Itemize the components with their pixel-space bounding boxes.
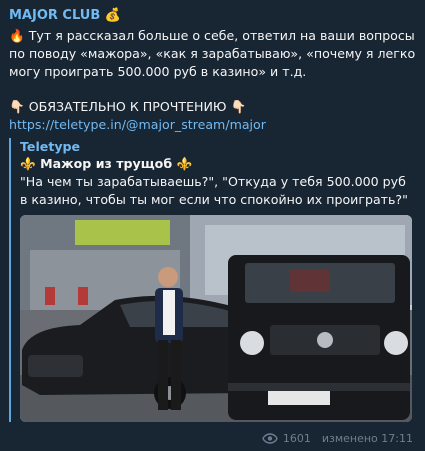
fleur-de-lis-icon: ⚜️ [20,156,36,171]
fire-icon: 🔥 [9,28,25,43]
preview-description: "На чем ты зарабатываешь?", "Откуда у те… [20,174,408,207]
post-text: 🔥 Тут я рассказал больше о себе, ответил… [9,27,417,134]
message-bubble: MAJOR CLUB 💰 🔥 Тут я рассказал больше о … [0,0,425,451]
preview-title: ⚜️ Мажор из трущоб ⚜️ [20,155,417,173]
must-read-text: ОБЯЗАТЕЛЬНО К ПРОЧТЕНИЮ [28,99,227,114]
eye-icon [262,433,278,444]
message-footer: 1601 изменено 17:11 [262,432,413,445]
channel-name-row[interactable]: MAJOR CLUB 💰 [9,6,417,25]
teletype-link[interactable]: https://teletype.in/@major_stream/major [9,117,266,132]
view-count: 1601 [282,432,311,445]
intro-paragraph: 🔥 Тут я рассказал больше о себе, ответил… [9,27,417,81]
intro-text: Тут я рассказал больше о себе, ответил н… [9,28,416,79]
photo-illustration [20,215,412,422]
must-read-line: 👇🏻 ОБЯЗАТЕЛЬНО К ПРОЧТЕНИЮ 👇🏻 [9,98,417,116]
pointing-down-icon: 👇🏻 [9,99,25,114]
preview-site-name: Teletype [20,139,81,154]
fleur-de-lis-icon: ⚜️ [176,156,193,171]
preview-photo[interactable] [20,215,412,422]
edited-time: изменено 17:11 [321,432,413,445]
pointing-down-icon: 👇🏻 [230,99,247,114]
money-bag-icon: 💰 [104,8,121,23]
link-preview[interactable]: Teletype ⚜️ Мажор из трущоб ⚜️ "На чем т… [9,138,417,422]
preview-title-text: Мажор из трущоб [40,156,173,171]
channel-name[interactable]: MAJOR CLUB [9,8,100,23]
